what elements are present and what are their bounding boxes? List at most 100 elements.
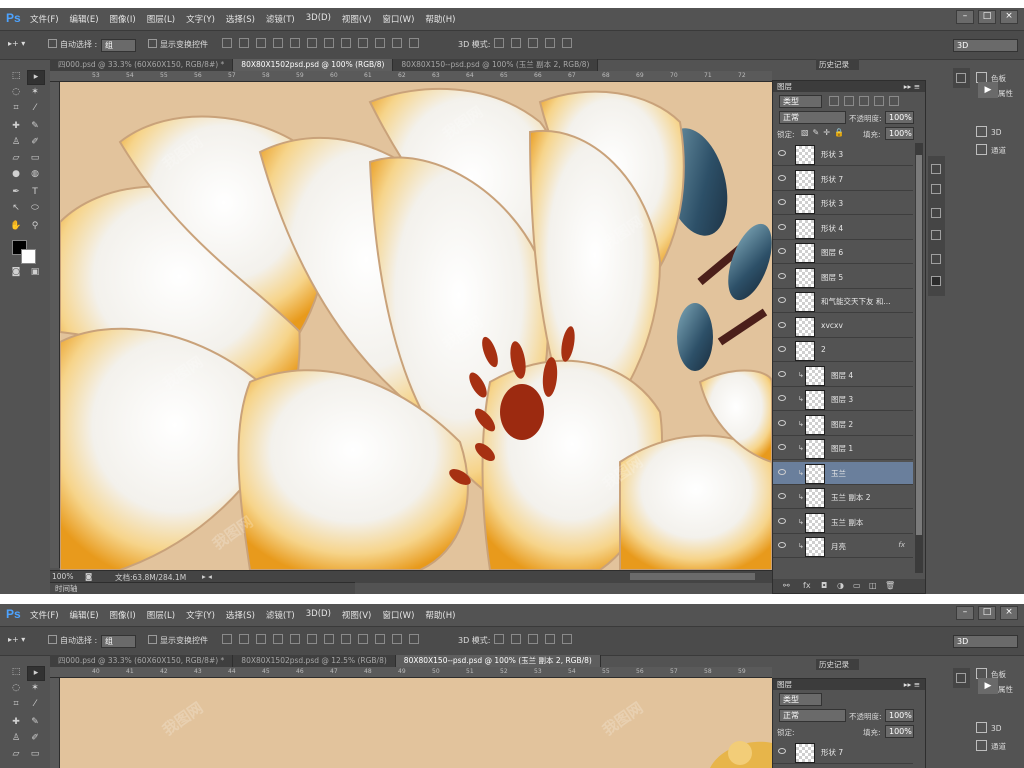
type-tool-icon[interactable]: T — [27, 186, 43, 199]
menu-image[interactable]: 图像(I) — [110, 609, 136, 621]
horizontal-scrollbar[interactable] — [630, 573, 755, 580]
char-style-icon[interactable] — [931, 230, 941, 240]
auto-select-dropdown[interactable]: 组 — [101, 635, 136, 648]
minimize-button[interactable]: – — [956, 10, 974, 24]
history-panel-tab[interactable]: 历史记录 — [816, 59, 859, 70]
3d-pan-icon[interactable] — [528, 38, 538, 48]
gradient-tool-icon[interactable]: ▭ — [27, 152, 43, 165]
layer-row[interactable]: xvcxv — [773, 315, 913, 338]
layer-row[interactable]: ↳ 图层 1 — [773, 437, 913, 460]
layer-row[interactable]: 形状 7 — [773, 741, 913, 764]
align-right-icon[interactable] — [307, 634, 317, 644]
share-icon[interactable]: ◙ — [85, 572, 92, 581]
blend-mode-dropdown[interactable]: 正常 — [779, 709, 846, 722]
zoom-level[interactable]: 100% — [52, 572, 73, 581]
3d-rotate-icon[interactable] — [494, 634, 504, 644]
distribute-right-icon[interactable] — [409, 634, 419, 644]
distribute-left-icon[interactable] — [375, 634, 385, 644]
new-adjustment-icon[interactable]: ◑ — [837, 581, 844, 590]
maximize-button[interactable]: □ — [978, 606, 996, 620]
visibility-eye-icon[interactable] — [778, 419, 786, 426]
visibility-eye-icon[interactable] — [778, 297, 786, 303]
play-button[interactable]: ▶ — [978, 678, 998, 694]
3d-scale-icon[interactable] — [562, 38, 572, 48]
tab-document-3[interactable]: 80X80X150--psd.psd @ 100% (玉兰 副本 2, RGB/… — [393, 59, 599, 71]
new-layer-icon[interactable]: ◫ — [869, 581, 877, 590]
align-right-icon[interactable] — [307, 38, 317, 48]
visibility-eye-icon[interactable] — [778, 346, 786, 352]
menu-select[interactable]: 选择(S) — [226, 13, 255, 25]
document-canvas[interactable]: 我图网 我图网 — [60, 678, 772, 768]
blend-mode-dropdown[interactable]: 正常 — [779, 111, 846, 124]
marquee-tool-icon[interactable]: ⬚ — [8, 666, 24, 679]
auto-select-checkbox[interactable]: 自动选择 : — [48, 39, 97, 50]
layer-row[interactable]: 形状 3 — [773, 192, 913, 215]
dock-3d[interactable]: 3D — [976, 722, 1002, 733]
opacity-input[interactable]: 100% — [885, 111, 914, 124]
filter-adjustment-icon[interactable] — [844, 96, 854, 106]
history-panel-tab[interactable]: 历史记录 — [816, 659, 859, 670]
visibility-eye-icon[interactable] — [778, 223, 786, 230]
visibility-eye-icon[interactable] — [778, 517, 786, 524]
dock-channels[interactable]: 通道 — [976, 144, 1006, 156]
add-style-icon[interactable]: fx — [803, 581, 811, 590]
show-transform-checkbox[interactable]: 显示变换控件 — [148, 635, 208, 646]
path-selection-icon[interactable]: ↖ — [8, 202, 24, 215]
menu-edit[interactable]: 编辑(E) — [70, 13, 99, 25]
menu-help[interactable]: 帮助(H) — [425, 13, 455, 25]
add-mask-icon[interactable]: ◘ — [821, 581, 827, 590]
move-tool-icon[interactable]: ▸+ ▾ — [8, 635, 25, 644]
dodge-tool-icon[interactable]: ◍ — [27, 168, 43, 181]
menu-filter[interactable]: 滤镜(T) — [266, 609, 295, 621]
menu-image[interactable]: 图像(I) — [110, 13, 136, 25]
menu-window[interactable]: 窗口(W) — [382, 13, 414, 25]
menu-file[interactable]: 文件(F) — [30, 609, 59, 621]
zoom-tool-icon[interactable]: ⚲ — [27, 220, 43, 233]
align-left-icon[interactable] — [273, 634, 283, 644]
menu-file[interactable]: 文件(F) — [30, 13, 59, 25]
minimize-button[interactable]: – — [956, 606, 974, 620]
layer-filter-dropdown[interactable]: 类型 — [779, 693, 822, 706]
move-tool-icon[interactable]: ▸ — [27, 666, 45, 681]
lock-icons[interactable]: ▧✎✛🔒 — [801, 128, 848, 137]
move-tool-icon[interactable]: ▸+ ▾ — [8, 39, 25, 48]
paragraph-panel-icon[interactable] — [931, 184, 941, 194]
layer-row[interactable]: ↳ 月亮 fx — [773, 535, 913, 558]
visibility-eye-icon[interactable] — [778, 272, 786, 279]
layer-row[interactable]: ↳ 图层 2 — [773, 413, 913, 436]
distribute-right-icon[interactable] — [409, 38, 419, 48]
workspace-dropdown[interactable]: 3D — [953, 635, 1018, 648]
distribute-center-icon[interactable] — [392, 634, 402, 644]
align-center-icon[interactable] — [290, 38, 300, 48]
move-tool-icon[interactable]: ▸ — [27, 70, 45, 85]
maximize-button[interactable]: □ — [978, 10, 996, 24]
workspace-dropdown[interactable]: 3D — [953, 39, 1018, 52]
layer-row[interactable]: 形状 3 — [773, 143, 913, 166]
distribute-middle-icon[interactable] — [341, 634, 351, 644]
3d-scale-icon[interactable] — [562, 634, 572, 644]
visibility-eye-icon[interactable] — [778, 174, 786, 181]
distribute-left-icon[interactable] — [375, 38, 385, 48]
eraser-tool-icon[interactable]: ▱ — [8, 152, 24, 165]
crop-tool-icon[interactable]: ⌗ — [8, 102, 24, 115]
filter-shape-icon[interactable] — [874, 96, 884, 106]
filter-smart-object-icon[interactable] — [889, 96, 899, 106]
ellipse-tool-icon[interactable]: ⬭ — [27, 202, 43, 215]
clone-stamp-icon[interactable]: ♙ — [8, 136, 24, 149]
magic-wand-icon[interactable]: ✶ — [27, 86, 43, 99]
dock-3d[interactable]: 3D — [976, 126, 1002, 137]
tab-document-2[interactable]: 80X80X1502psd.psd @ 100% (RGB/8) — [233, 59, 394, 71]
align-middle-icon[interactable] — [239, 38, 249, 48]
layer-effects-icon[interactable]: fx — [898, 541, 905, 549]
healing-brush-icon[interactable]: ✚ — [8, 716, 24, 729]
hand-tool-icon[interactable]: ✋ — [8, 220, 24, 233]
visibility-eye-icon[interactable] — [778, 321, 786, 328]
3d-roll-icon[interactable] — [511, 38, 521, 48]
layer-row[interactable]: 图层 6 — [773, 241, 913, 264]
layers-title[interactable]: 图层 — [777, 680, 792, 689]
visibility-eye-icon[interactable] — [778, 395, 786, 401]
align-bottom-icon[interactable] — [256, 38, 266, 48]
quick-mask-icon[interactable]: ◙ — [8, 266, 24, 279]
align-top-icon[interactable] — [222, 38, 232, 48]
3d-pan-icon[interactable] — [528, 634, 538, 644]
